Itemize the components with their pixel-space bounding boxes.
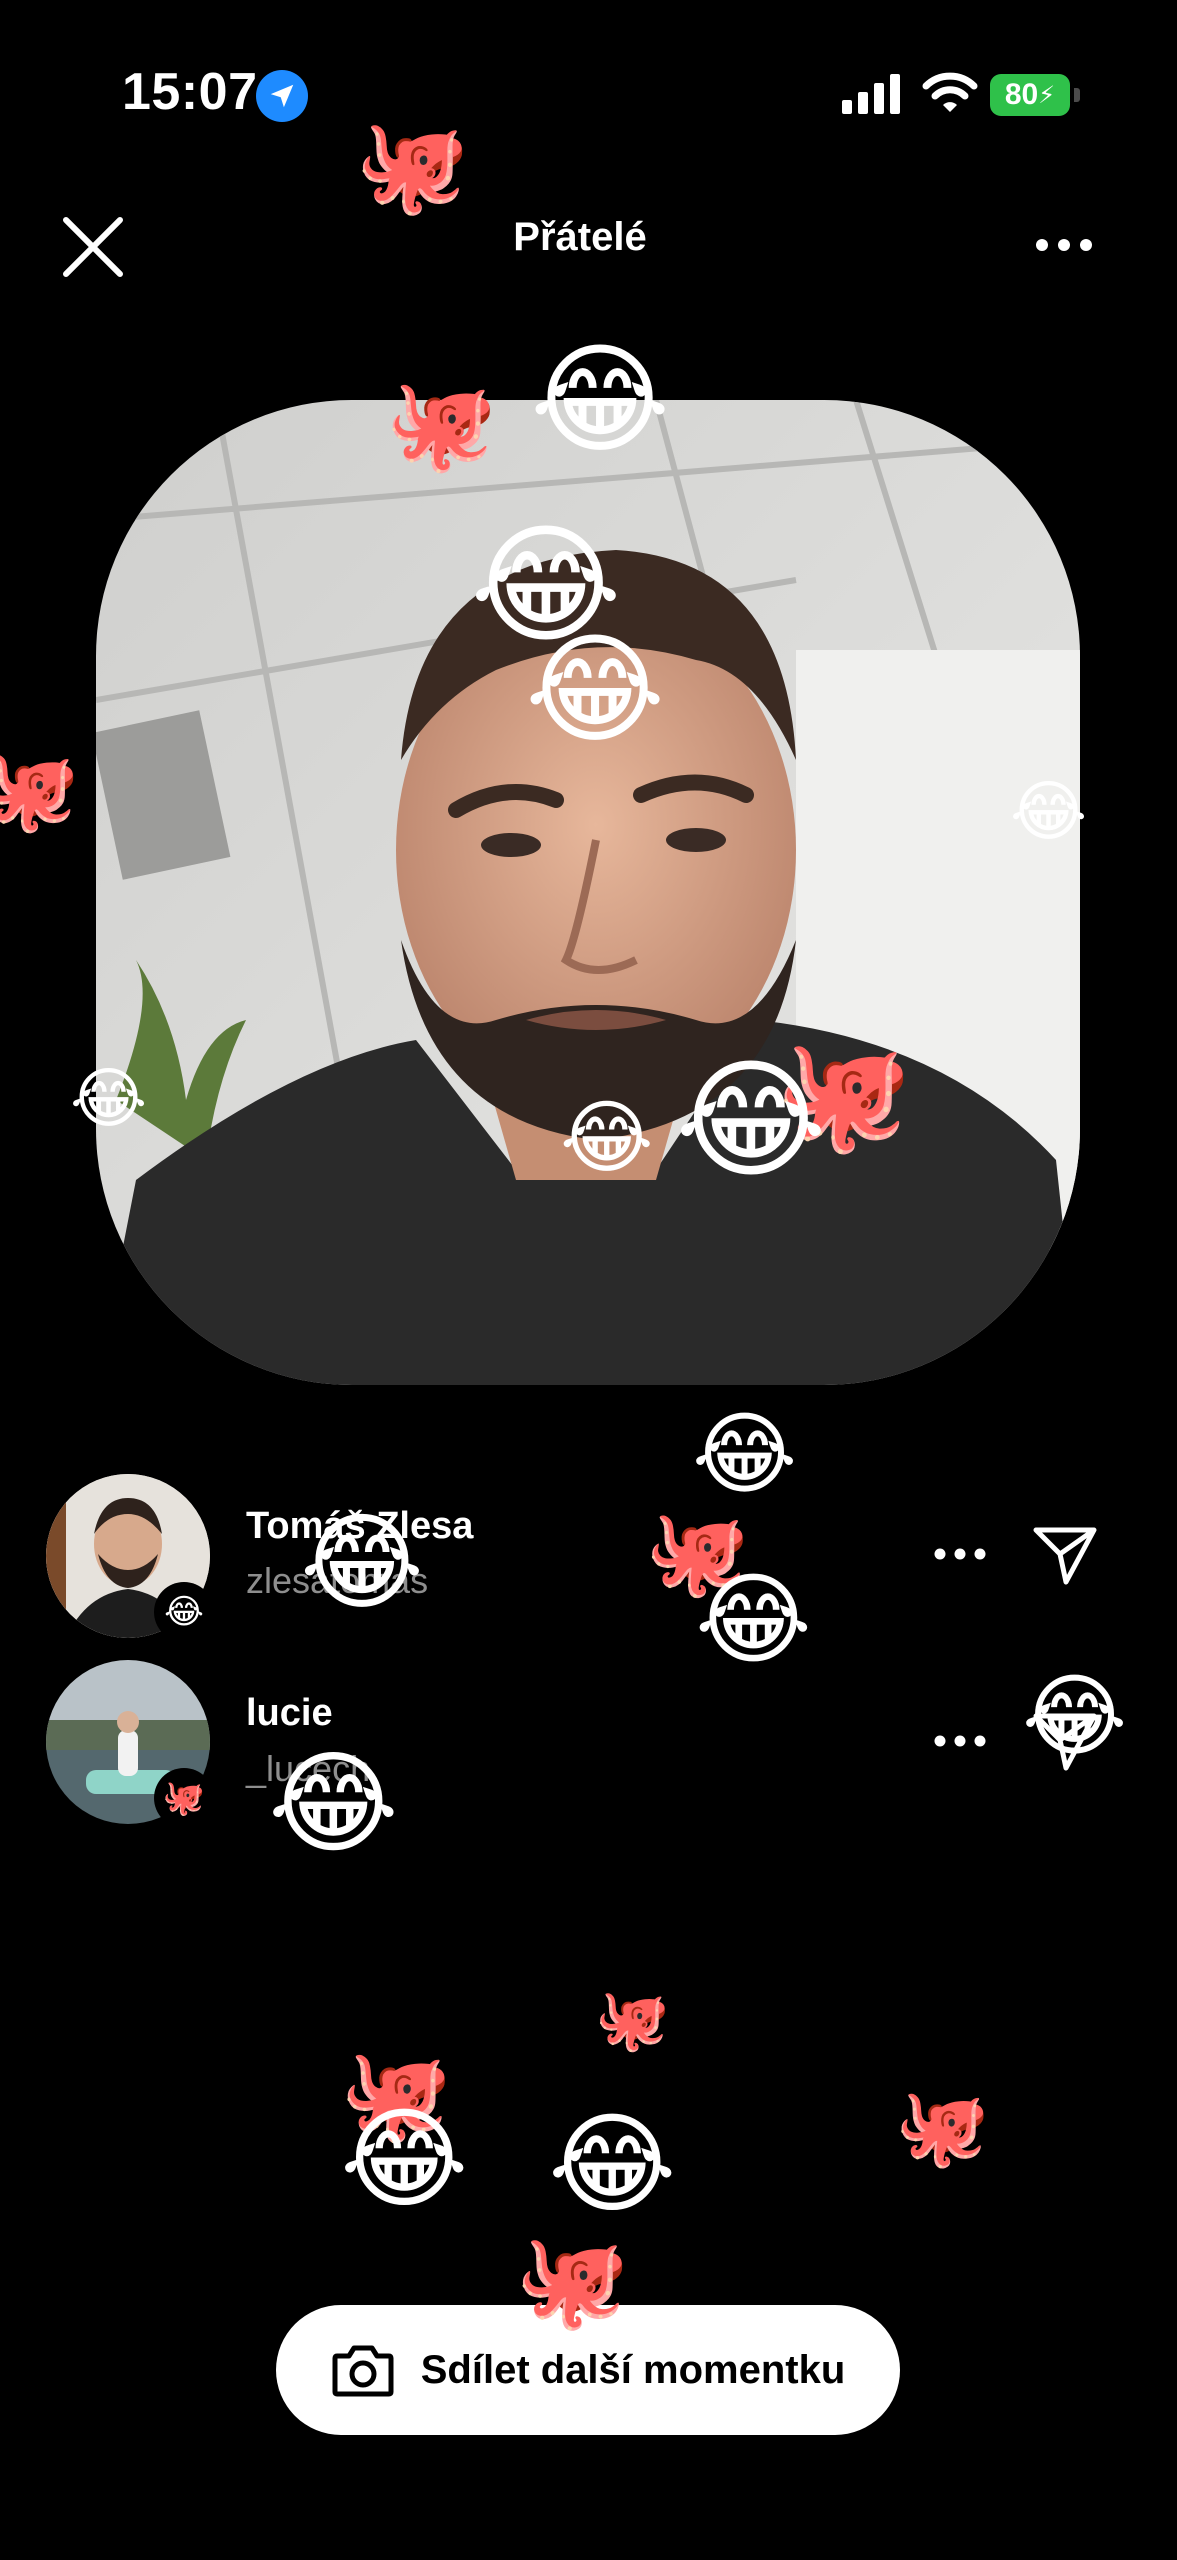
close-button[interactable] xyxy=(58,212,128,282)
more-horizontal-icon xyxy=(934,1548,986,1560)
laugh-reaction: 😂 xyxy=(1022,1667,1128,1767)
octopus-reaction: 🐙 xyxy=(355,115,470,217)
wifi-icon xyxy=(922,70,978,114)
battery-level: 80 xyxy=(1004,78,1039,111)
more-horizontal-icon xyxy=(1036,239,1092,251)
friend-more-button[interactable] xyxy=(932,1544,988,1564)
octopus-reaction: 🐙 xyxy=(595,1986,670,2053)
friend-name[interactable]: lucie xyxy=(246,1692,333,1735)
laugh-reaction: 😂 xyxy=(530,333,671,467)
battery-cap xyxy=(1074,88,1080,102)
send-icon xyxy=(1033,1527,1097,1585)
octopus-reaction: 🐙 xyxy=(0,745,80,834)
laugh-reaction: 😂 xyxy=(675,1047,827,1193)
send-button[interactable] xyxy=(1030,1520,1100,1590)
share-moment-label: Sdílet další momentku xyxy=(420,2347,846,2392)
location-arrow-icon xyxy=(256,70,308,122)
more-horizontal-icon xyxy=(934,1735,986,1747)
close-icon xyxy=(63,217,123,277)
battery-charging-icon: 80 ⚡ xyxy=(990,74,1070,116)
octopus-reaction: 🐙 xyxy=(385,375,498,475)
friend-reaction-badge: 🐙 xyxy=(154,1768,214,1828)
octopus-reaction: 🐙 xyxy=(515,2230,630,2332)
laugh-reaction: 😂 xyxy=(548,2103,677,2226)
laugh-reaction: 😂 xyxy=(1010,774,1088,848)
page-title: Přátelé xyxy=(513,215,647,259)
laugh-reaction: 😂 xyxy=(692,1405,798,1505)
laugh-reaction: 😂 xyxy=(695,1564,812,1676)
camera-icon xyxy=(332,2345,394,2397)
friend-reaction-badge: 😂 xyxy=(154,1582,214,1642)
laugh-reaction: 😂 xyxy=(268,1741,399,1866)
status-time: 15:07 xyxy=(122,63,258,121)
laugh-reaction: 😂 xyxy=(300,1504,424,1622)
octopus-reaction: 🐙 xyxy=(895,2085,990,2170)
laugh-reaction: 😂 xyxy=(560,1093,654,1182)
cellular-signal-icon xyxy=(842,74,900,114)
friend-more-button[interactable] xyxy=(932,1731,988,1751)
laugh-reaction: 😂 xyxy=(525,623,666,757)
more-button[interactable] xyxy=(1032,230,1096,260)
laugh-reaction: 😂 xyxy=(340,2098,469,2221)
laugh-reaction: 😂 xyxy=(70,1061,148,1135)
